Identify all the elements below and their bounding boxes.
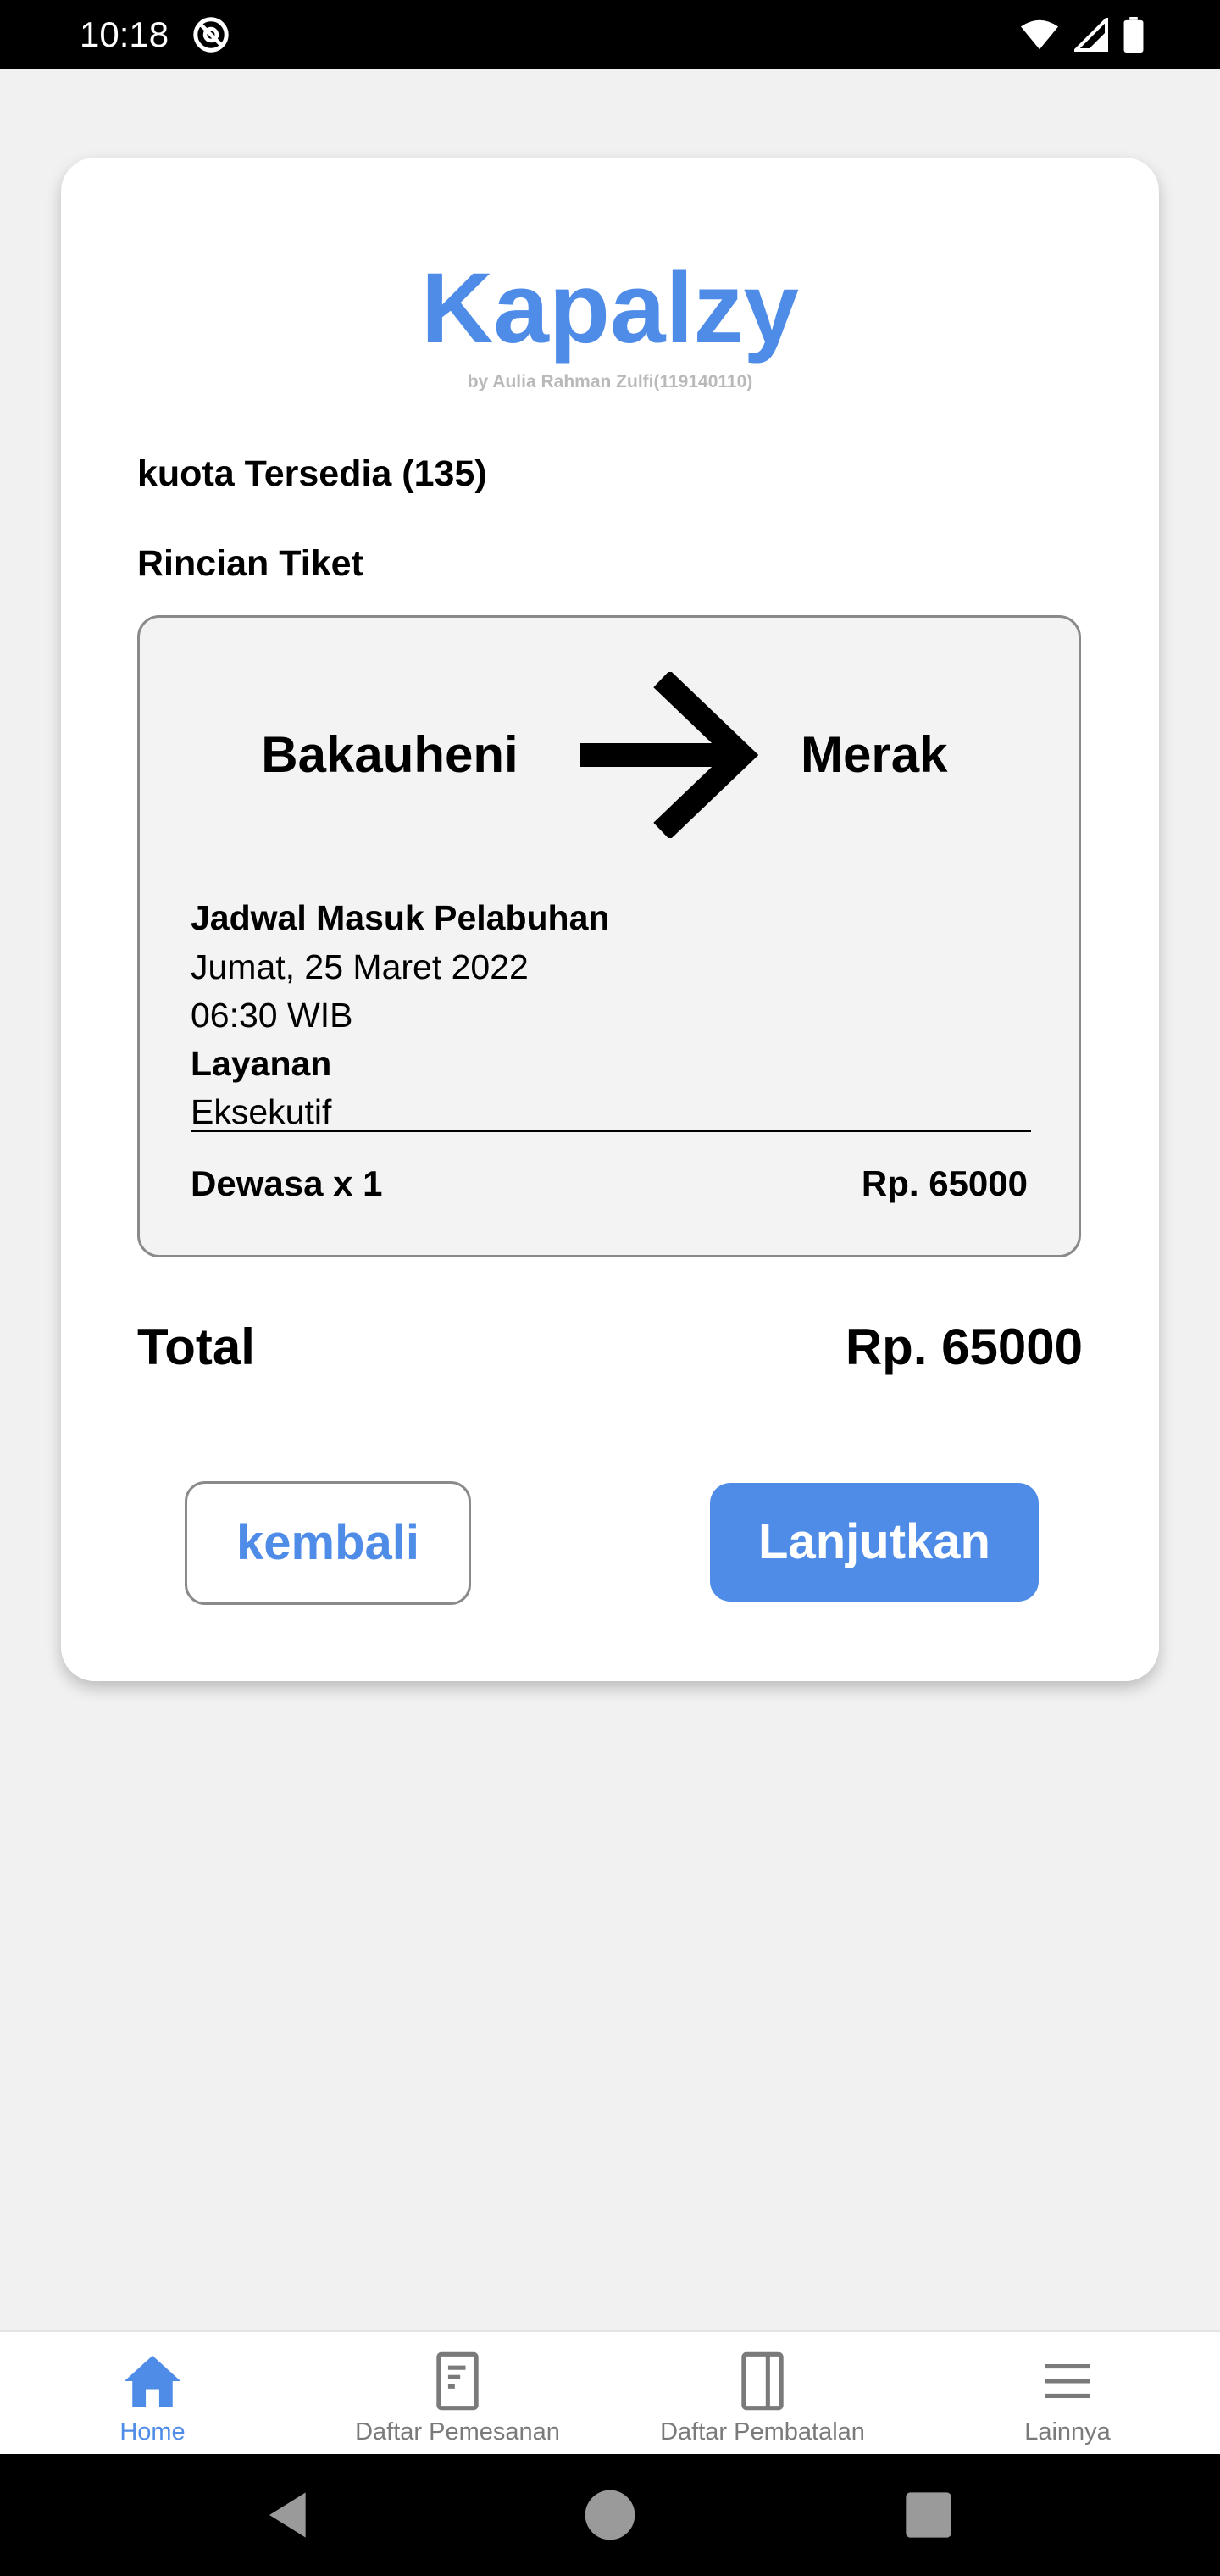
- battery-icon: [1123, 17, 1144, 53]
- status-bar: 10:18: [0, 0, 1220, 69]
- ticket-section-title: Rincian Tiket: [137, 543, 363, 584]
- route-origin: Bakauheni: [140, 724, 640, 786]
- nav-item-home[interactable]: Home: [0, 2332, 305, 2456]
- schedule-time: 06:30 WIB: [191, 996, 353, 1035]
- menu-icon: [1045, 2364, 1090, 2398]
- passenger-price: Rp. 65000: [861, 1163, 1028, 1203]
- ticket-summary-card: Kapalzy by Aulia Rahman Zulfi(119140110)…: [61, 158, 1159, 1681]
- home-icon: [124, 2355, 181, 2407]
- total-value: Rp. 65000: [845, 1319, 1083, 1375]
- book-icon: [741, 2351, 784, 2411]
- wifi-icon: [1020, 19, 1059, 50]
- system-navigation-bar: [0, 2454, 1220, 2576]
- back-button[interactable]: kembali: [185, 1481, 471, 1605]
- app-title: Kapalzy: [421, 253, 799, 364]
- at-sign-icon: [193, 17, 229, 53]
- route-origin-label: Bakauheni: [261, 726, 518, 783]
- schedule-label: Jadwal Masuk Pelabuhan: [191, 898, 610, 937]
- continue-button[interactable]: Lanjutkan: [710, 1483, 1039, 1602]
- nav-label-lainnya: Lainnya: [1024, 2418, 1111, 2446]
- nav-item-daftar-pemesanan[interactable]: Daftar Pemesanan: [305, 2332, 610, 2456]
- nav-label-daftar-pembatalan: Daftar Pembatalan: [660, 2418, 865, 2446]
- status-icons: [1020, 15, 1144, 54]
- service-label: Layanan: [191, 1044, 332, 1083]
- arrow-right-icon: [580, 672, 759, 838]
- app-subtitle: by Aulia Rahman Zulfi(119140110): [467, 372, 753, 391]
- status-time: 10:18: [80, 14, 169, 54]
- service-value: Eksekutif: [191, 1092, 332, 1131]
- signal-icon: [1074, 18, 1108, 52]
- schedule-date: Jumat, 25 Maret 2022: [191, 947, 529, 986]
- back-triangle-icon[interactable]: [263, 2488, 317, 2542]
- document-icon: [436, 2351, 479, 2411]
- nav-label-daftar-pemesanan: Daftar Pemesanan: [355, 2418, 560, 2446]
- quota-text: kuota Tersedia (135): [137, 453, 487, 494]
- total-label: Total: [137, 1319, 255, 1375]
- ticket-details-box: Bakauheni Merak Jadwal Masuk Pelabuhan J…: [137, 615, 1081, 1257]
- nav-item-daftar-pembatalan[interactable]: Daftar Pembatalan: [610, 2332, 915, 2456]
- route-destination: Merak: [801, 726, 948, 783]
- passenger-count: Dewasa x 1: [191, 1163, 383, 1203]
- bottom-navigation: Home Daftar Pemesanan Daftar Pembatalan …: [0, 2330, 1220, 2456]
- nav-label-home: Home: [119, 2418, 186, 2446]
- recents-square-icon[interactable]: [901, 2488, 956, 2542]
- divider: [191, 1130, 1031, 1132]
- nav-item-lainnya[interactable]: Lainnya: [915, 2332, 1220, 2456]
- home-circle-icon[interactable]: [583, 2488, 637, 2542]
